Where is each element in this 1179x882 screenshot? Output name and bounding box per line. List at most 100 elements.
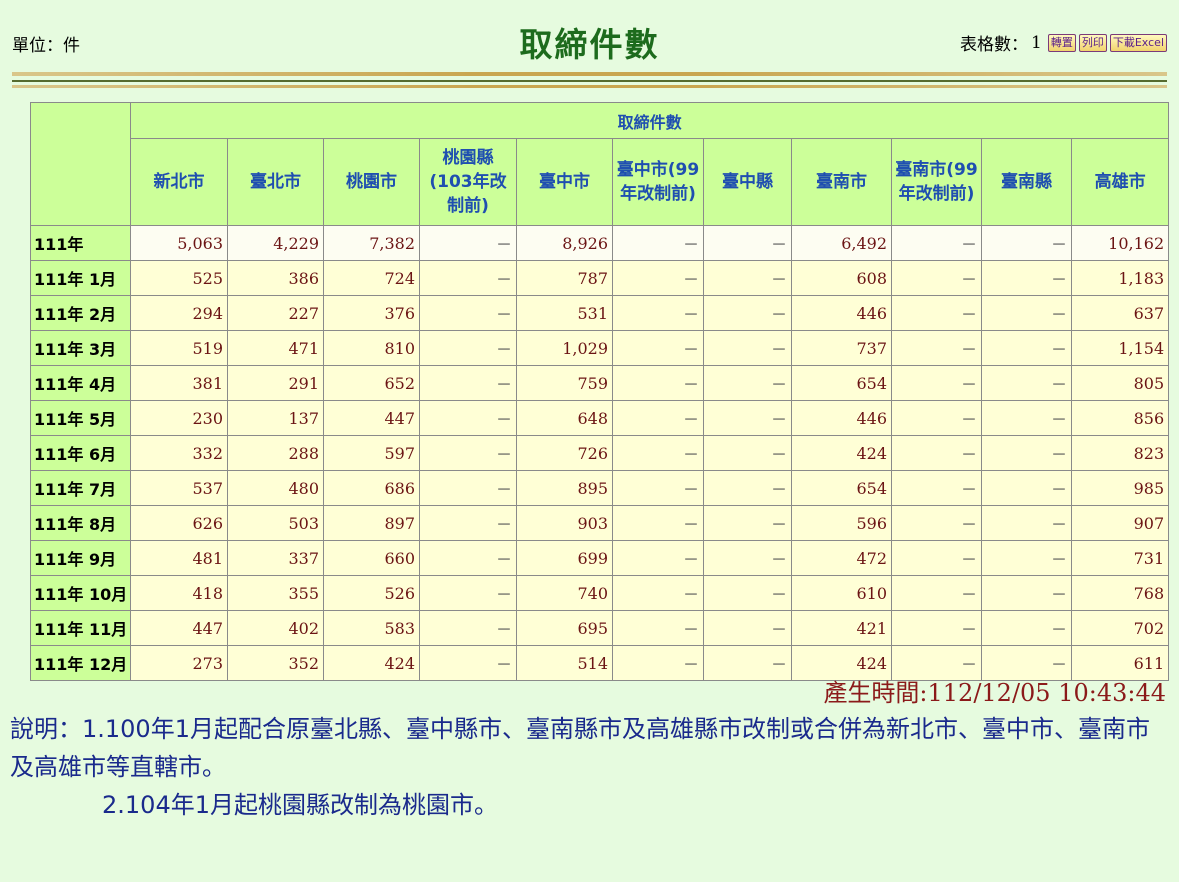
table-cell: － bbox=[891, 330, 982, 366]
table-cell: － bbox=[981, 575, 1072, 611]
table-cell: 768 bbox=[1070, 575, 1170, 611]
table-cell: 355 bbox=[227, 575, 324, 611]
table-cell: － bbox=[891, 365, 982, 401]
table-cell: － bbox=[891, 470, 982, 506]
column-header: 桃園縣(103年改制前) bbox=[419, 138, 517, 226]
table-cell: － bbox=[703, 435, 792, 471]
table-cell: 531 bbox=[516, 295, 613, 331]
table-cell: － bbox=[612, 505, 704, 541]
row-label: 111年 1月 bbox=[30, 260, 131, 296]
table-cell: 424 bbox=[323, 645, 420, 681]
table-cell: － bbox=[891, 260, 982, 296]
table-cell: － bbox=[612, 435, 704, 471]
table-row: 111年 6月 332 288 597 － 726 －－ 424 －－ 823 bbox=[30, 435, 1170, 471]
table-cell: － bbox=[703, 505, 792, 541]
table-corner-cell bbox=[30, 102, 131, 226]
group-header: 取締件數 bbox=[129, 102, 1170, 139]
table-row: 111年 11月 447 402 583 － 695 －－ 421 －－ 702 bbox=[30, 610, 1170, 646]
table-cell: － bbox=[419, 365, 517, 401]
table-cell: 480 bbox=[227, 470, 324, 506]
table-cell: 702 bbox=[1070, 610, 1170, 646]
table-cell: 895 bbox=[516, 470, 613, 506]
print-button[interactable]: 列印 bbox=[1078, 33, 1107, 52]
table-cell: 648 bbox=[516, 400, 613, 436]
table-cell: － bbox=[703, 260, 792, 296]
table-cell: 726 bbox=[516, 435, 613, 471]
table-cell: － bbox=[419, 435, 517, 471]
column-header: 臺中市(99年改制前) bbox=[612, 138, 704, 226]
table-cell: 1,029 bbox=[516, 330, 613, 366]
table-cell: － bbox=[703, 365, 792, 401]
table-cell: － bbox=[703, 610, 792, 646]
transpose-button[interactable]: 轉置 bbox=[1047, 33, 1076, 52]
table-row: 111年 3月 519 471 810 － 1,029 －－ 737 －－ 1,154 bbox=[30, 330, 1170, 366]
table-cell: 608 bbox=[791, 260, 892, 296]
table-cell: － bbox=[703, 295, 792, 331]
table-cell: 6,492 bbox=[791, 225, 892, 261]
table-cell: 337 bbox=[227, 540, 324, 576]
table-cell: － bbox=[981, 435, 1072, 471]
row-label: 111年 5月 bbox=[30, 400, 131, 436]
table-cell: 5,063 bbox=[130, 225, 228, 261]
note-line-2: 2.104年1月起桃園縣改制為桃園市。 bbox=[102, 791, 498, 819]
table-cell: － bbox=[612, 610, 704, 646]
table-cell: 810 bbox=[323, 330, 420, 366]
row-label: 111年 3月 bbox=[30, 330, 131, 366]
table-cell: － bbox=[981, 540, 1072, 576]
row-label: 111年 12月 bbox=[30, 645, 131, 681]
row-label: 111年 10月 bbox=[30, 575, 131, 611]
table-cell: － bbox=[891, 435, 982, 471]
title-divider-middle bbox=[12, 80, 1167, 82]
table-row: 111年 4月 381 291 652 － 759 －－ 654 －－ 805 bbox=[30, 365, 1170, 401]
table-row: 111年 9月 481 337 660 － 699 －－ 472 －－ 731 bbox=[30, 540, 1170, 576]
column-header: 臺南縣 bbox=[981, 138, 1072, 226]
table-cell: － bbox=[981, 295, 1072, 331]
table-cell: 637 bbox=[1070, 295, 1170, 331]
column-header: 臺南市 bbox=[791, 138, 892, 226]
table-cell: － bbox=[612, 470, 704, 506]
table-cell: 137 bbox=[227, 400, 324, 436]
table-cell: － bbox=[891, 400, 982, 436]
table-cell: 8,926 bbox=[516, 225, 613, 261]
table-cell: － bbox=[612, 295, 704, 331]
table-cell: 903 bbox=[516, 505, 613, 541]
table-cell: 695 bbox=[516, 610, 613, 646]
table-cell: 654 bbox=[791, 365, 892, 401]
table-cell: 823 bbox=[1070, 435, 1170, 471]
table-row: 111年 8月 626 503 897 － 903 －－ 596 －－ 907 bbox=[30, 505, 1170, 541]
row-label: 111年 8月 bbox=[30, 505, 131, 541]
table-cell: － bbox=[612, 365, 704, 401]
table-cell: － bbox=[891, 505, 982, 541]
table-cell: 626 bbox=[130, 505, 228, 541]
table-cell: － bbox=[981, 365, 1072, 401]
table-cell: 332 bbox=[130, 435, 228, 471]
table-cell: 381 bbox=[130, 365, 228, 401]
table-cell: － bbox=[703, 400, 792, 436]
table-cell: 740 bbox=[516, 575, 613, 611]
table-cell: 402 bbox=[227, 610, 324, 646]
column-header: 高雄市 bbox=[1070, 138, 1170, 226]
table-cell: 1,154 bbox=[1070, 330, 1170, 366]
download-excel-button[interactable]: 下載Excel bbox=[1109, 33, 1167, 52]
row-label: 111年 2月 bbox=[30, 295, 131, 331]
table-cell: 418 bbox=[130, 575, 228, 611]
table-body: 111年 5,063 4,229 7,382 － 8,926 －－ 6,492 －－ 10,162… bbox=[30, 225, 1170, 681]
table-row: 111年 5月 230 137 447 － 648 －－ 446 －－ 856 bbox=[30, 400, 1170, 436]
table-cell: 447 bbox=[130, 610, 228, 646]
table-cell: － bbox=[419, 225, 517, 261]
table-cell: 288 bbox=[227, 435, 324, 471]
table-row: 111年 10月 418 355 526 － 740 －－ 610 －－ 768 bbox=[30, 575, 1170, 611]
table-cell: 596 bbox=[791, 505, 892, 541]
table-cell: － bbox=[981, 260, 1072, 296]
column-header: 臺中市 bbox=[516, 138, 613, 226]
table-cell: 471 bbox=[227, 330, 324, 366]
table-cell: 526 bbox=[323, 575, 420, 611]
title-divider-bottom bbox=[12, 85, 1167, 88]
table-cell: － bbox=[703, 575, 792, 611]
table-cell: － bbox=[419, 645, 517, 681]
table-cell: 610 bbox=[791, 575, 892, 611]
table-cell: 386 bbox=[227, 260, 324, 296]
table-cell: － bbox=[419, 330, 517, 366]
table-row: 111年 2月 294 227 376 － 531 －－ 446 －－ 637 bbox=[30, 295, 1170, 331]
table-row: 111年 5,063 4,229 7,382 － 8,926 －－ 6,492 －－ 10,162 bbox=[30, 225, 1170, 261]
